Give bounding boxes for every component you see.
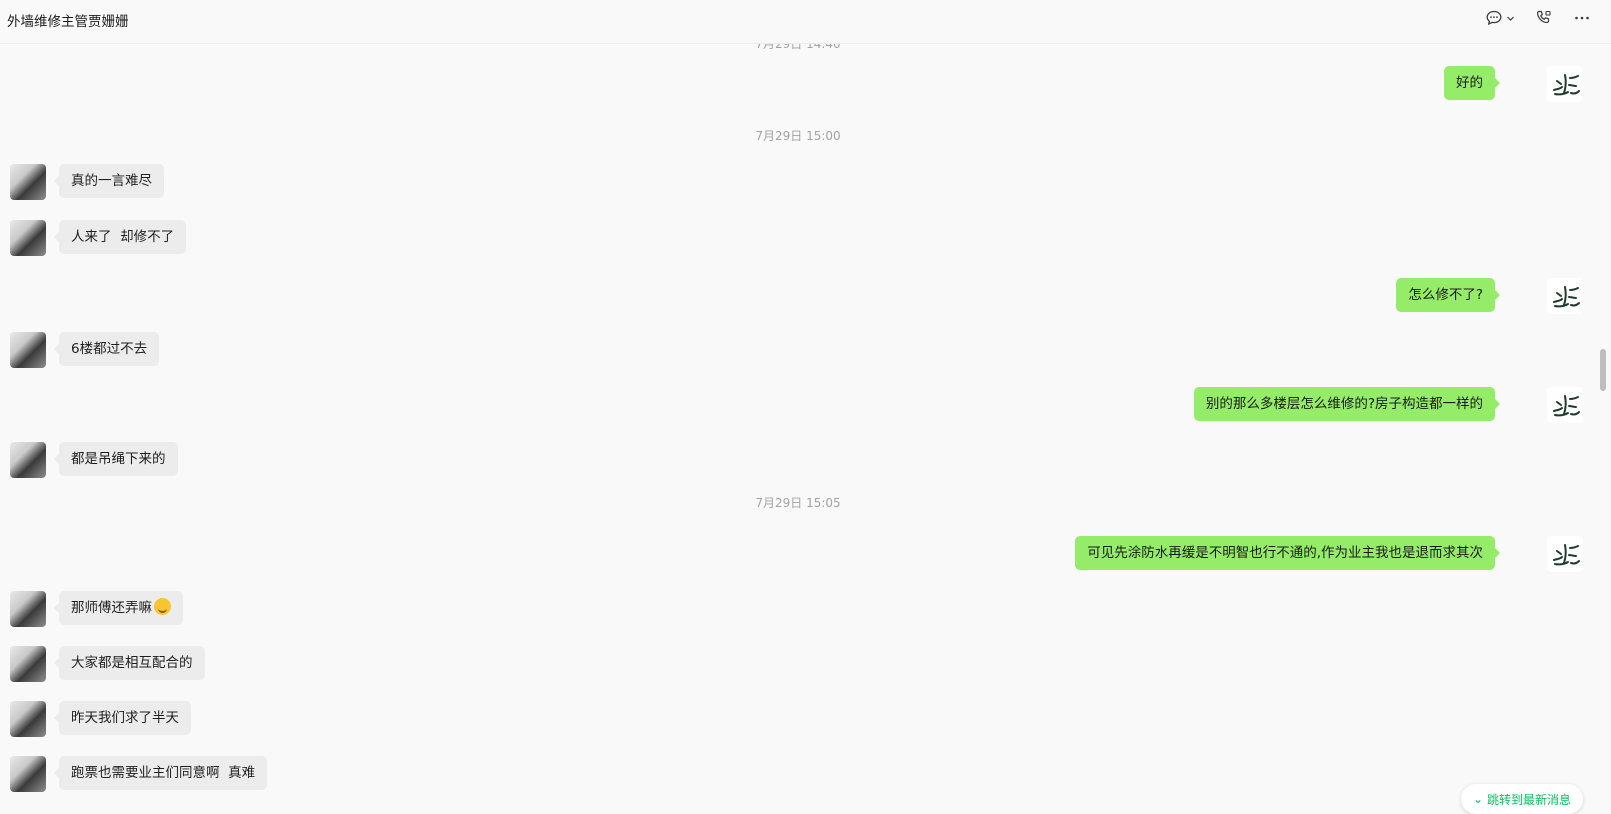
jump-to-latest-button[interactable]: ⌄ 跳转到最新消息 xyxy=(1461,784,1583,814)
message-bubble-other[interactable]: 6楼都过不去 xyxy=(53,332,160,366)
message-bubble-other[interactable]: 那师傅还弄嘛 xyxy=(54,591,183,625)
self-avatar[interactable] xyxy=(1547,387,1583,423)
chat-history-button[interactable] xyxy=(1485,9,1515,27)
chevron-down-icon xyxy=(1507,16,1514,21)
message-bubble-self[interactable]: 可见先涂防水再缓是不明智也行不通的,作为业主我也是退而求其次 xyxy=(1075,536,1500,570)
self-avatar[interactable] xyxy=(1547,278,1583,314)
self-avatar[interactable] xyxy=(1547,536,1583,572)
self-avatar[interactable] xyxy=(1547,66,1583,102)
laugh-sweat-emoji-icon xyxy=(154,598,171,615)
message-list[interactable]: 7月29日 14:40 好的 7月29日 15:00 真的一言难尽 人来了 却修… xyxy=(0,44,1596,796)
scrollbar-track[interactable] xyxy=(1596,44,1611,796)
phone-video-icon xyxy=(1536,10,1551,24)
calligraphy-logo-icon xyxy=(1553,544,1580,566)
contact-avatar[interactable] xyxy=(10,756,46,792)
calligraphy-logo-icon xyxy=(1553,74,1580,96)
contact-avatar[interactable] xyxy=(10,220,46,256)
message-bubble-other[interactable]: 大家都是相互配合的 xyxy=(54,646,205,680)
message-bubble-other[interactable]: 人来了 却修不了 xyxy=(53,220,187,254)
contact-avatar[interactable] xyxy=(10,332,46,368)
timestamp: 7月29日 15:05 xyxy=(755,496,841,510)
chevron-down-icon: ⌄ xyxy=(1472,792,1484,806)
message-bubble-self[interactable]: 别的那么多楼层怎么维修的?房子构造都一样的 xyxy=(1193,387,1501,421)
contact-avatar[interactable] xyxy=(10,701,46,737)
message-bubble-other[interactable]: 跑票也需要业主们同意啊 真难 xyxy=(53,756,268,790)
chat-bubble-icon xyxy=(1486,10,1502,26)
jump-to-latest-label: 跳转到最新消息 xyxy=(1487,792,1572,807)
contact-avatar[interactable] xyxy=(10,591,46,627)
message-bubble-other[interactable]: 昨天我们求了半天 xyxy=(54,701,191,735)
timestamp: 7月29日 14:40 xyxy=(755,44,841,51)
scrollbar-thumb[interactable] xyxy=(1600,349,1606,391)
chat-header: 外墙维修主管贾姗姗 xyxy=(0,0,1611,44)
call-button[interactable] xyxy=(1535,9,1553,27)
message-bubble-self[interactable]: 怎么修不了? xyxy=(1396,278,1500,312)
message-bubble-other[interactable]: 真的一言难尽 xyxy=(54,164,164,198)
chat-title: 外墙维修主管贾姗姗 xyxy=(7,14,129,30)
contact-avatar[interactable] xyxy=(10,442,46,478)
more-icon xyxy=(1575,16,1589,20)
timestamp: 7月29日 15:00 xyxy=(755,129,841,143)
more-button[interactable] xyxy=(1573,9,1591,27)
header-actions xyxy=(1485,9,1591,27)
message-bubble-other[interactable]: 都是吊绳下来的 xyxy=(54,442,178,476)
message-text: 那师傅还弄嘛 xyxy=(71,600,152,616)
calligraphy-logo-icon xyxy=(1553,286,1580,308)
contact-avatar[interactable] xyxy=(10,646,46,682)
message-bubble-self[interactable]: 好的 xyxy=(1444,66,1500,100)
contact-avatar[interactable] xyxy=(10,164,46,200)
calligraphy-logo-icon xyxy=(1553,395,1580,417)
